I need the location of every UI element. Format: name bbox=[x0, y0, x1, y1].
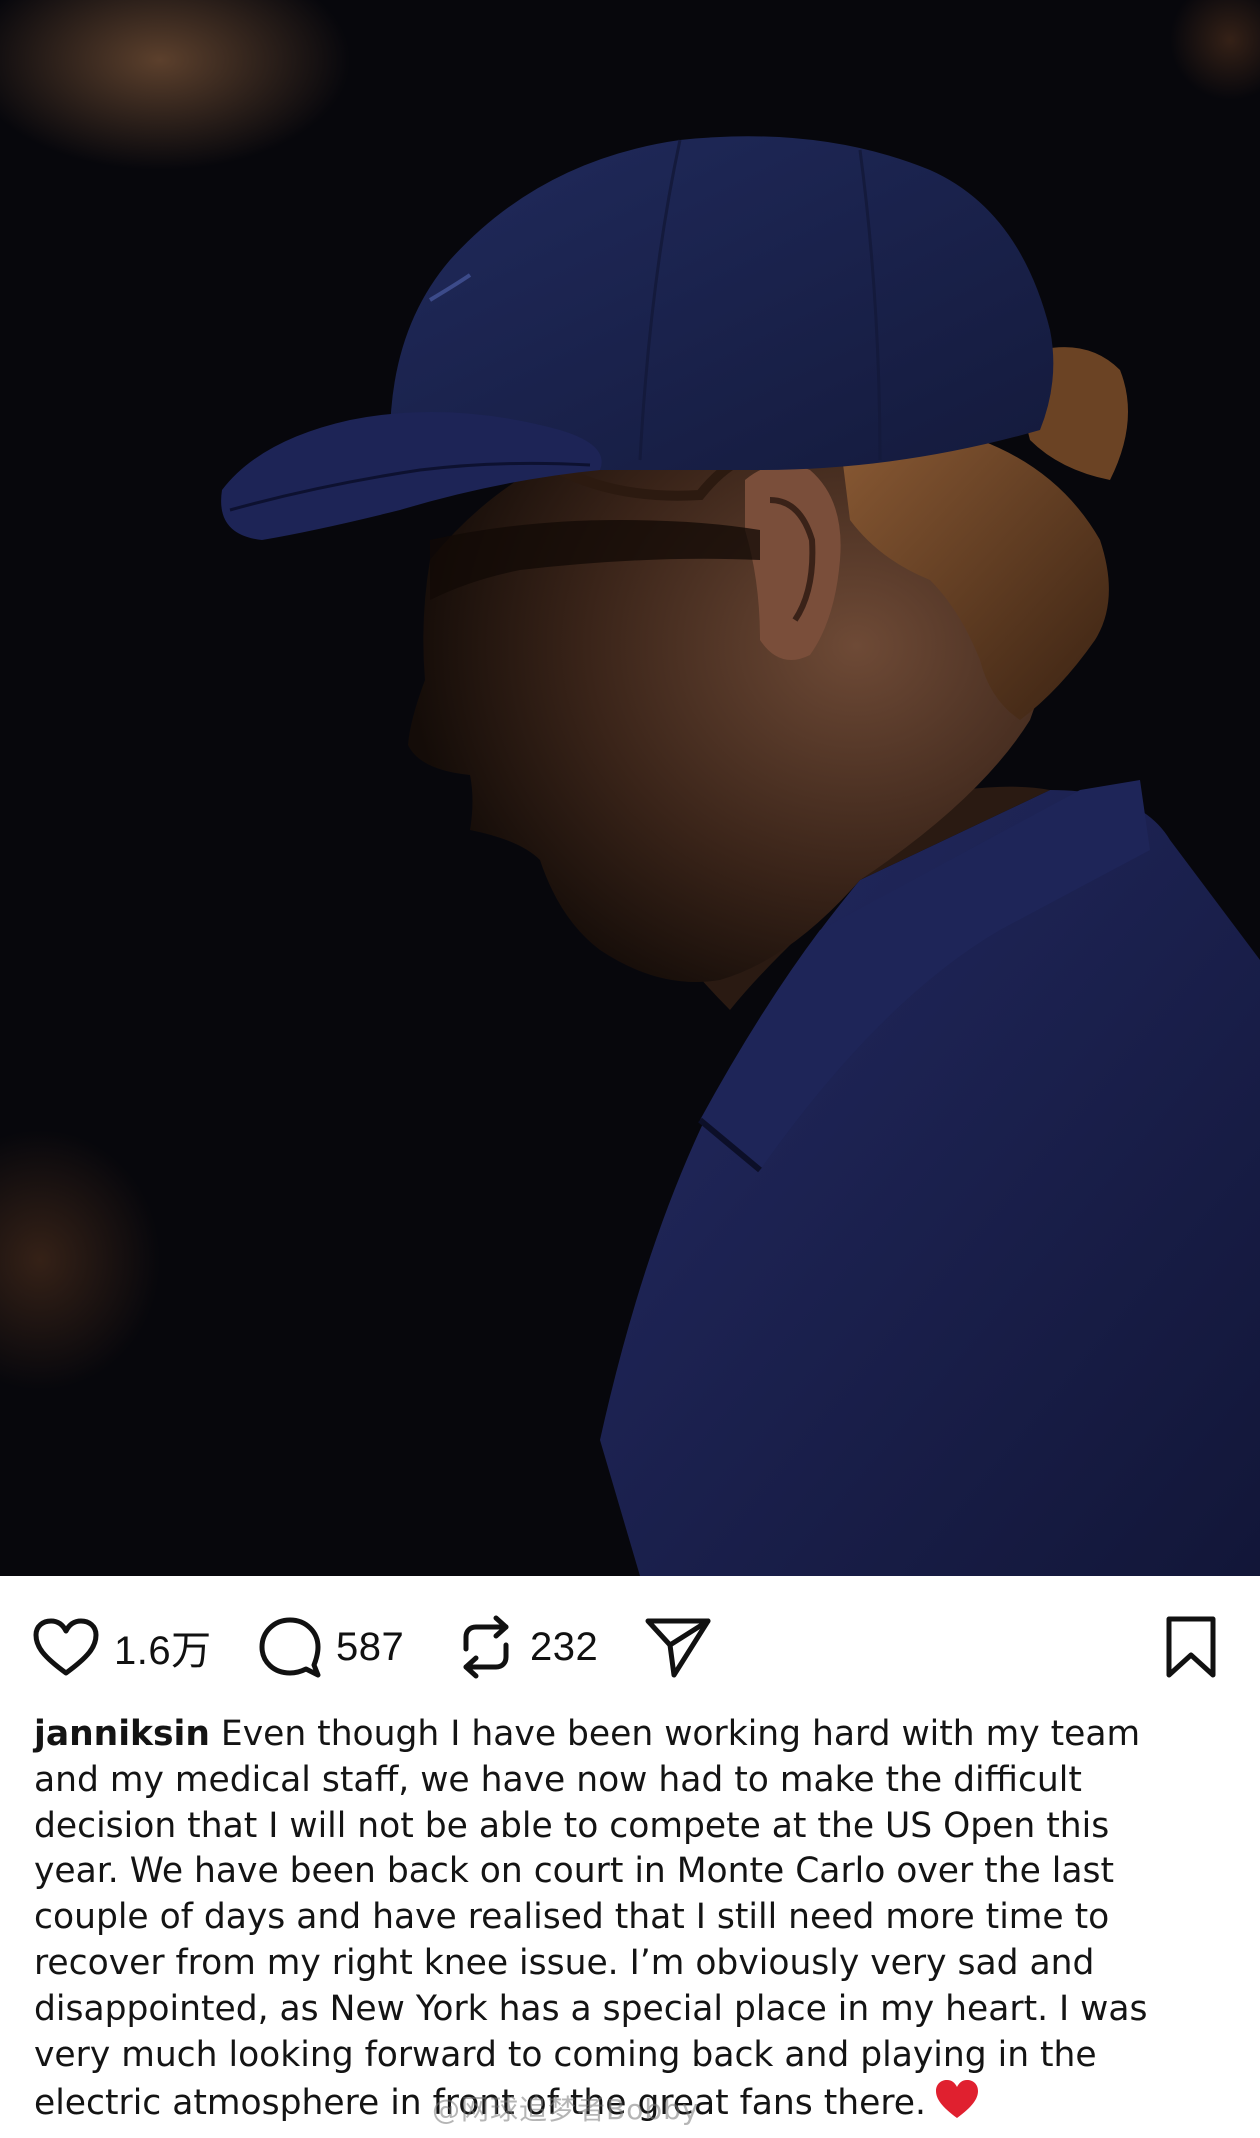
caption-line: decision that I will not be able to comp… bbox=[34, 1805, 1110, 1846]
caption-line: janniksin Even though I have been workin… bbox=[34, 1712, 1234, 1758]
heart-outline-icon bbox=[33, 1618, 99, 1676]
caption-line: and my medical staff, we have now had to… bbox=[34, 1759, 1082, 1800]
post-photo[interactable] bbox=[0, 0, 1260, 1576]
watermark: @网球追梦者Bobby bbox=[432, 2093, 700, 2126]
caption-line: couple of days and have realised that I … bbox=[34, 1897, 1110, 1938]
caption-line: disappointed, as New York has a special … bbox=[34, 1988, 1148, 2029]
save-button[interactable] bbox=[1164, 1612, 1218, 1682]
repost-count: 232 bbox=[530, 1624, 599, 1669]
caption-line: recover from my right knee issue. I’m ob… bbox=[34, 1942, 1095, 1983]
paper-plane-icon bbox=[645, 1618, 711, 1678]
bookmark-icon bbox=[1166, 1616, 1216, 1678]
repost-button[interactable]: 232 bbox=[456, 1612, 598, 1682]
like-count: 1.6万 bbox=[114, 1629, 212, 1673]
caption-line: year. We have been back on court in Mont… bbox=[34, 1851, 1114, 1892]
caption-text: Even though I have been working hard wit… bbox=[220, 1714, 1141, 1754]
comment-count: 587 bbox=[336, 1624, 405, 1669]
username-link[interactable]: janniksin bbox=[34, 1714, 210, 1754]
post-caption: janniksin Even though I have been workin… bbox=[34, 1712, 1234, 2133]
repost-arrows-icon bbox=[463, 1615, 509, 1679]
share-button[interactable] bbox=[644, 1612, 712, 1682]
player-photo-illustration bbox=[0, 0, 1260, 1576]
like-button[interactable]: 1.6万 bbox=[32, 1612, 212, 1682]
speech-bubble-icon bbox=[259, 1617, 321, 1678]
comment-button[interactable]: 587 bbox=[258, 1612, 404, 1682]
red-heart-icon bbox=[934, 2078, 980, 2133]
caption-line: very much looking forward to coming back… bbox=[34, 2034, 1097, 2075]
action-bar: 1.6万 587 232 bbox=[0, 1576, 1260, 1716]
